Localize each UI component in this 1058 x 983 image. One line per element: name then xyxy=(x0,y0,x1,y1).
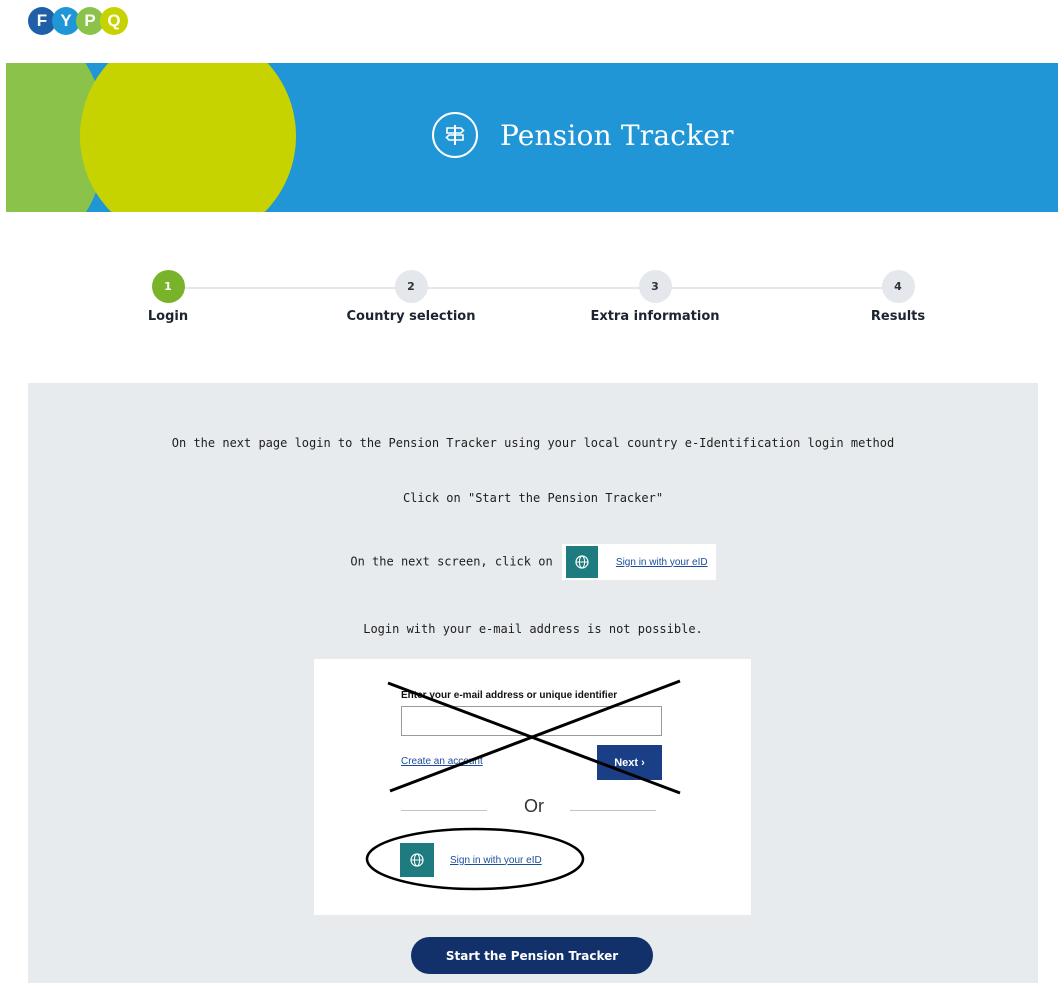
globe-icon xyxy=(565,546,598,578)
inline-eid-link: Sign in with your eID xyxy=(615,556,708,568)
step-number: 3 xyxy=(638,270,672,303)
login-instructions-panel: On the next page login to the Pension Tr… xyxy=(28,383,1038,983)
step-number: 1 xyxy=(151,270,185,303)
fypq-logo[interactable]: F Y P Q xyxy=(28,7,128,39)
step-number: 2 xyxy=(394,270,428,303)
banner-lime-circle xyxy=(80,63,296,212)
banner-title-group: Pension Tracker xyxy=(432,112,734,158)
step-extra-information: 3 Extra information xyxy=(575,270,735,324)
instruction-line-4: Login with your e-mail address is not po… xyxy=(363,622,703,636)
signpost-icon xyxy=(432,112,478,158)
step-results: 4 Results xyxy=(818,270,978,324)
step-country-selection: 2 Country selection xyxy=(331,270,491,324)
instruction-line-1: On the next page login to the Pension Tr… xyxy=(171,436,895,450)
stepper-track xyxy=(168,287,898,289)
step-label: Country selection xyxy=(346,309,476,324)
cross-out-and-circle-marks xyxy=(365,679,681,891)
progress-stepper: 1 Login 2 Country selection 3 Extra info… xyxy=(0,270,1058,340)
logo-letter-q: Q xyxy=(100,7,128,35)
step-number: 4 xyxy=(881,270,915,303)
instruction-line-2: Click on "Start the Pension Tracker" xyxy=(402,491,664,505)
step-label: Extra information xyxy=(590,309,720,324)
inline-eid-example: Sign in with your eID xyxy=(561,544,716,580)
start-pension-tracker-button[interactable]: Start the Pension Tracker xyxy=(411,937,653,974)
step-login: 1 Login xyxy=(88,270,248,324)
hero-banner: Pension Tracker xyxy=(6,63,1058,212)
instruction-line-3: On the next screen, click on Sign in wit… xyxy=(28,544,1038,580)
instruction-line-3-text: On the next screen, click on xyxy=(350,554,553,569)
example-login-image: Enter your e-mail address or unique iden… xyxy=(314,659,751,915)
step-label: Login xyxy=(147,309,189,324)
page-title: Pension Tracker xyxy=(500,118,734,152)
logo-letter-q-text: Q xyxy=(107,11,121,30)
step-label: Results xyxy=(870,309,926,324)
